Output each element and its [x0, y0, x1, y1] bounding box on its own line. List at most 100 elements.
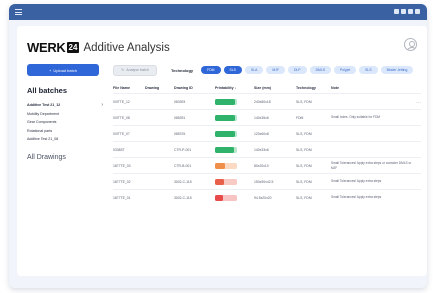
window-control-icon[interactable] [415, 9, 420, 14]
printability-bar [215, 162, 237, 169]
technology-chip[interactable]: Binder Jetting [380, 66, 414, 74]
printability-cell [215, 194, 254, 201]
printability-cell [215, 130, 254, 137]
brand-header: WERK 24 Additive Analysis [27, 40, 170, 55]
size-cell: 120x60x8 [254, 131, 269, 136]
sidebar: + Upload batch All batches Additive Test… [27, 64, 103, 161]
technology-chip[interactable]: DLP [287, 66, 307, 74]
technology-chip[interactable]: Polyjet [333, 66, 357, 74]
file-name-cell: 1877TE_02 [113, 179, 131, 184]
window-control-icon[interactable] [408, 9, 413, 14]
size-cell: 94.5x20x20 [254, 195, 272, 200]
all-batches-heading[interactable]: All batches [27, 86, 103, 95]
drawings-table: File Name Drawing Drawing ID Printabilit… [113, 83, 421, 205]
plus-icon: + [49, 67, 52, 73]
toolbar: ↻ Analyse batch Technology FDM SLS SLA MJF D… [113, 64, 421, 76]
sidebar-batch-item[interactable]: Gear Components [27, 118, 103, 127]
table-row[interactable]: 1877TE_02 3002-C-115 150x90x42.5 SLS, FDM Sm… [113, 173, 421, 189]
file-name-cell: 00ITTE_07 [113, 131, 130, 136]
printability-fill [215, 178, 224, 185]
batch-item-label: Mobility Department [27, 111, 59, 116]
note-cell: Small holes. Only suitable for FDM [331, 115, 381, 120]
technology-chip[interactable]: SLS [359, 66, 378, 74]
size-cell: 140x33x6 [254, 147, 269, 152]
hamburger-menu-icon[interactable] [15, 9, 22, 15]
batch-list: Additive Test 21_12 › Mobility Department G… [27, 101, 103, 144]
column-header-technology[interactable]: Technology [296, 86, 331, 90]
refresh-icon: ↻ [121, 68, 125, 72]
technology-chip[interactable]: FDM [201, 66, 221, 74]
sidebar-batch-item[interactable]: Rotational parts [27, 127, 103, 136]
table-header: File Name Drawing Drawing ID Printabilit… [113, 83, 421, 93]
printability-bar [215, 98, 237, 105]
printability-cell [215, 178, 254, 185]
printability-fill [215, 98, 235, 105]
technology-cell: SLS, FDM [296, 131, 312, 136]
technology-label: Technology [171, 67, 194, 73]
technology-chip[interactable]: SLS [223, 66, 242, 74]
size-cell: 150x90x42.5 [254, 179, 274, 184]
table-row[interactable]: 1877TE_03 CTR-B-001 80x20x10 SLS, FDM Small … [113, 157, 421, 173]
chevron-right-icon: › [101, 102, 103, 108]
column-header-size[interactable]: Size (mm) [254, 86, 296, 90]
sidebar-batch-item[interactable]: Additive Test 21_08 [27, 135, 103, 144]
batch-item-label: Additive Test 21_12 [27, 103, 61, 107]
technology-cell: SLS, FDM [296, 179, 312, 184]
printability-cell [215, 98, 254, 105]
row-menu-icon[interactable]: … [415, 99, 421, 105]
printability-bar [215, 130, 237, 137]
table-body: 00ITTE_12 083393 240x80x18 SLS, FDM… 00ITTE_… [113, 93, 421, 205]
table-row[interactable]: 00ITTE_08 085391 140x35x6 FDM Small holes. O… [113, 109, 421, 125]
upload-batch-button[interactable]: + Upload batch [27, 64, 99, 76]
note-cell: Small Tolerances! Apply extra steps [331, 195, 382, 200]
batch-item-label: Gear Components [27, 120, 57, 124]
all-drawings-link[interactable]: All Drawings [27, 154, 103, 161]
window-controls [394, 9, 420, 14]
window-control-icon[interactable] [401, 9, 406, 14]
user-avatar-icon[interactable] [404, 38, 417, 51]
printability-cell [215, 162, 254, 169]
drawing-id-cell: 085376 [174, 131, 186, 136]
column-header-drawing[interactable]: Drawing [145, 86, 174, 90]
drawing-id-cell: 3002-C-115 [174, 179, 192, 184]
drawing-id-cell: CTR-P-001 [174, 147, 192, 152]
upload-batch-label: Upload batch [53, 67, 77, 73]
sidebar-batch-item[interactable]: Mobility Department [27, 110, 103, 119]
brand-logo-box: 24 [66, 42, 80, 53]
page-title: Additive Analysis [83, 41, 170, 54]
file-name-cell: 1877TE_03 [113, 163, 131, 168]
technology-cell: SLS, FDM [296, 99, 312, 104]
table-row[interactable]: 1877TE_01 3002-C-115 94.5x20x20 SLS, FDM Sma… [113, 189, 421, 205]
file-name-cell: 00ITTE_08 [113, 115, 130, 120]
size-cell: 240x80x18 [254, 99, 271, 104]
drawing-id-cell: CTR-B-001 [174, 163, 192, 168]
column-header-printability[interactable]: Printability ↓ [215, 86, 254, 90]
file-name-cell: 0338ST [113, 147, 125, 152]
analyse-batch-button[interactable]: ↻ Analyse batch [113, 64, 157, 76]
title-bar [9, 4, 427, 20]
note-cell: Small Tolerances! Apply extra steps [331, 179, 382, 184]
drawing-id-cell: 3002-C-115 [174, 195, 192, 200]
app-window: WERK 24 Additive Analysis + Upload batch… [9, 4, 427, 288]
technology-cell: SLS, FDM [296, 147, 312, 152]
table-row[interactable]: 00ITTE_12 083393 240x80x18 SLS, FDM … [113, 93, 421, 109]
technology-cell: SLS, FDM [296, 163, 312, 168]
table-row[interactable]: 0338ST CTR-P-001 140x33x6 SLS, FDM [113, 141, 421, 157]
technology-chip[interactable]: SLA [244, 66, 264, 74]
printability-fill [215, 162, 225, 169]
column-header-drawing-id[interactable]: Drawing ID [174, 86, 215, 90]
column-header-note[interactable]: Note [331, 86, 415, 90]
technology-cell: FDM [296, 115, 304, 120]
technology-chip[interactable]: MJF [266, 66, 285, 74]
brand-logo: WERK [27, 40, 66, 55]
sidebar-batch-item[interactable]: Additive Test 21_12 › [27, 101, 103, 110]
drawing-id-cell: 083393 [174, 99, 186, 104]
printability-bar [215, 194, 237, 201]
technology-chip[interactable]: DMLS [309, 66, 331, 74]
file-name-cell: 00ITTE_12 [113, 99, 130, 104]
printability-bar [215, 178, 237, 185]
window-control-icon[interactable] [394, 9, 399, 14]
table-row[interactable]: 00ITTE_07 085376 120x60x8 SLS, FDM [113, 125, 421, 141]
main-panel: WERK 24 Additive Analysis + Upload batch… [17, 26, 427, 276]
column-header-file-name[interactable]: File Name [113, 86, 145, 90]
